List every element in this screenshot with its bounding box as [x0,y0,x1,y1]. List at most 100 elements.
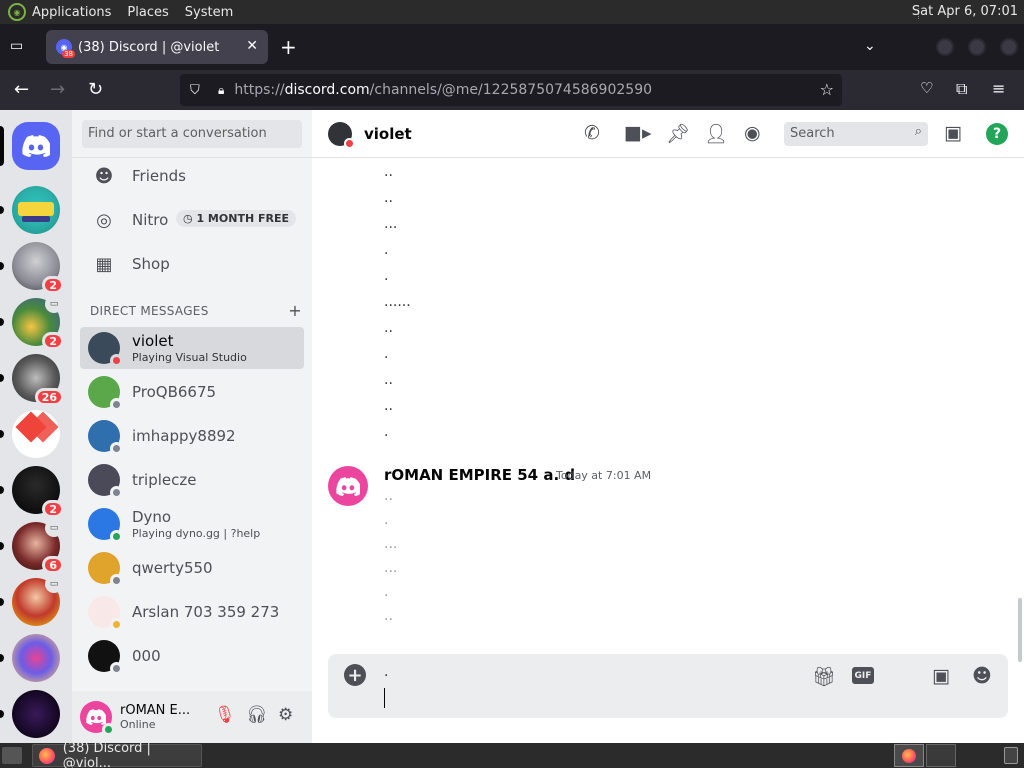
unread-pill [0,318,4,326]
server-sidebar: 2 ▭ 2 26 2 ▭ 6 ▭ [0,110,72,743]
workspace-2[interactable] [926,744,956,767]
user-info[interactable]: rOMAN E... Online [120,703,190,731]
bookmark-star-icon[interactable]: ☆ [820,80,834,99]
close-window-button[interactable] [1000,38,1018,56]
emoji-icon[interactable]: ☻ [972,665,992,687]
server-icon-10[interactable] [0,690,60,738]
pending-message-line: .. [384,608,393,624]
firefox-icon [902,748,916,763]
sticker-icon[interactable]: ▣ [932,665,950,687]
mute-microphone-icon[interactable]: 🎙︎ [214,705,236,725]
pocket-icon[interactable]: ♡ [920,79,933,97]
show-desktop-icon[interactable] [2,747,22,764]
hamburger-menu-icon[interactable]: ≡ [992,79,1005,98]
dm-item-violet[interactable]: violet Playing Visual Studio [80,327,304,369]
help-icon[interactable]: ? [986,123,1008,145]
back-arrow-icon[interactable]: ← [14,79,29,100]
server-icon-6[interactable]: 2 [0,466,64,518]
dm-avatar [88,464,123,499]
server-icon-2[interactable]: 2 [0,242,64,294]
dm-item-proqb6675[interactable]: ProQB6675 [80,371,304,413]
dm-item-qwerty550[interactable]: qwerty550 [80,547,304,589]
inbox-icon[interactable]: ▣ [944,122,962,144]
browser-tab-discord[interactable]: ◉ 38 (38) Discord | @violet ✕ [46,30,268,64]
shop-nav-item[interactable]: ▦ Shop [80,243,304,285]
mention-badge: 2 [42,276,64,294]
system-menu[interactable]: System [185,5,233,20]
start-voice-call-icon[interactable]: ✆ [584,122,600,144]
voice-activity-icon: ▭ [45,575,63,593]
dm-item-triplecze[interactable]: triplecze [80,459,304,501]
server-icon-4[interactable]: 26 [0,354,64,406]
nitro-nav-item[interactable]: ◎ Nitro ◷ 1 MONTH FREE [80,199,304,241]
server-icon-3[interactable]: ▭ 2 [0,295,64,350]
dm-item-imhappy8892[interactable]: imhappy8892 [80,415,304,457]
pinned-messages-icon[interactable]: 📌︎ [666,122,690,145]
applications-menu[interactable]: Applications [32,5,111,20]
server-icon-9[interactable] [0,634,60,682]
browser-tab-bar: ▭ ◉ 38 (38) Discord | @violet ✕ + ⌄ [0,24,1024,70]
dm-text: violet Playing Visual Studio [132,332,247,364]
distro-logo-icon[interactable]: ◉ [8,3,26,21]
chat-area: violet ✆ ■▸ 📌︎ 👤︎ ◉ Search ⌕ ▣ ? .......… [312,110,1024,743]
recipient-name[interactable]: violet [364,125,412,143]
dm-item-arslan-703-359-273[interactable]: Arslan 703 359 273 [80,591,304,633]
places-menu[interactable]: Places [127,5,168,20]
maximize-window-button[interactable] [968,38,986,56]
user-name: rOMAN E... [120,703,191,718]
tracking-shield-icon[interactable]: ⛉ [190,83,206,98]
dm-name: qwerty550 [132,559,213,577]
trash-icon[interactable] [1004,747,1018,764]
discord-logo-icon [22,135,50,157]
server-icon-5[interactable] [0,410,60,458]
dm-item-dyno[interactable]: Dyno Playing dyno.gg | ?help [80,503,304,545]
gift-icon[interactable]: 🎁︎ [812,665,836,688]
new-tab-icon[interactable]: + [280,35,297,59]
tab-overview-icon[interactable]: ▭ [10,38,28,54]
dm-avatar [88,508,123,543]
dm-search-container: Find or start a conversation [72,110,312,158]
chat-search-input[interactable]: Search ⌕ [784,122,928,146]
firefox-icon [39,747,55,764]
panel-clock[interactable]: Sat Apr 6, 07:01 [912,4,1018,19]
discord-app: 2 ▭ 2 26 2 ▭ 6 ▭ Find or start a convers… [0,110,1024,743]
mention-badge: 26 [34,388,64,406]
deafen-headphones-icon[interactable]: 🎧︎ [246,705,268,725]
pending-message-line: .. [384,488,393,504]
workspace-1[interactable] [894,744,924,767]
direct-messages-panel: Find or start a conversation ☻ Friends ◎… [72,110,312,743]
lock-icon[interactable]: 🔒︎ [218,83,224,98]
user-settings-gear-icon[interactable]: ⚙ [278,705,293,725]
message-composer[interactable]: + . 🎁︎ GIF ▣ ☻ [328,654,1008,718]
message-line: . [384,268,389,284]
minimize-window-button[interactable] [936,38,954,56]
user-avatar[interactable] [80,701,115,736]
chat-scrollbar[interactable] [1018,598,1022,662]
server-icon-8[interactable]: ▭ [0,575,63,626]
dm-item-000[interactable]: 000 [80,635,304,677]
add-friends-to-dm-icon[interactable]: 👤︎ [704,122,728,145]
discord-home-button[interactable] [0,122,60,170]
server-icon-7[interactable]: ▭ 6 [0,519,64,574]
find-conversation-button[interactable]: Find or start a conversation [82,120,302,148]
upload-plus-icon[interactable]: + [344,664,366,686]
message-author-avatar[interactable] [328,466,368,506]
gif-icon[interactable]: GIF [852,667,874,684]
message-author-name[interactable]: rOMAN EMPIRE 54 a. d [384,466,575,484]
extensions-icon[interactable]: ⧉ [956,79,967,99]
reload-icon[interactable]: ↻ [88,79,103,100]
user-profile-icon[interactable]: ◉ [744,122,761,144]
discord-default-avatar-icon [336,476,360,496]
start-video-call-icon[interactable]: ■▸ [624,122,652,144]
friends-nav-item[interactable]: ☻ Friends [80,155,304,197]
list-tabs-chevron-icon[interactable]: ⌄ [864,38,876,54]
dm-avatar [88,552,123,587]
taskbar-window-firefox[interactable]: (38) Discord | @viol... [32,741,202,768]
forward-arrow-icon[interactable]: → [50,79,65,100]
url-bar[interactable]: ⛉ 🔒︎ https:// discord.com /channels/@me/… [180,74,842,106]
recipient-avatar[interactable] [328,121,355,149]
server-icon-1[interactable] [0,186,60,234]
nitro-offer-text: 1 MONTH FREE [196,212,289,225]
create-dm-plus-icon[interactable]: + [288,301,302,320]
close-tab-icon[interactable]: ✕ [246,38,258,54]
